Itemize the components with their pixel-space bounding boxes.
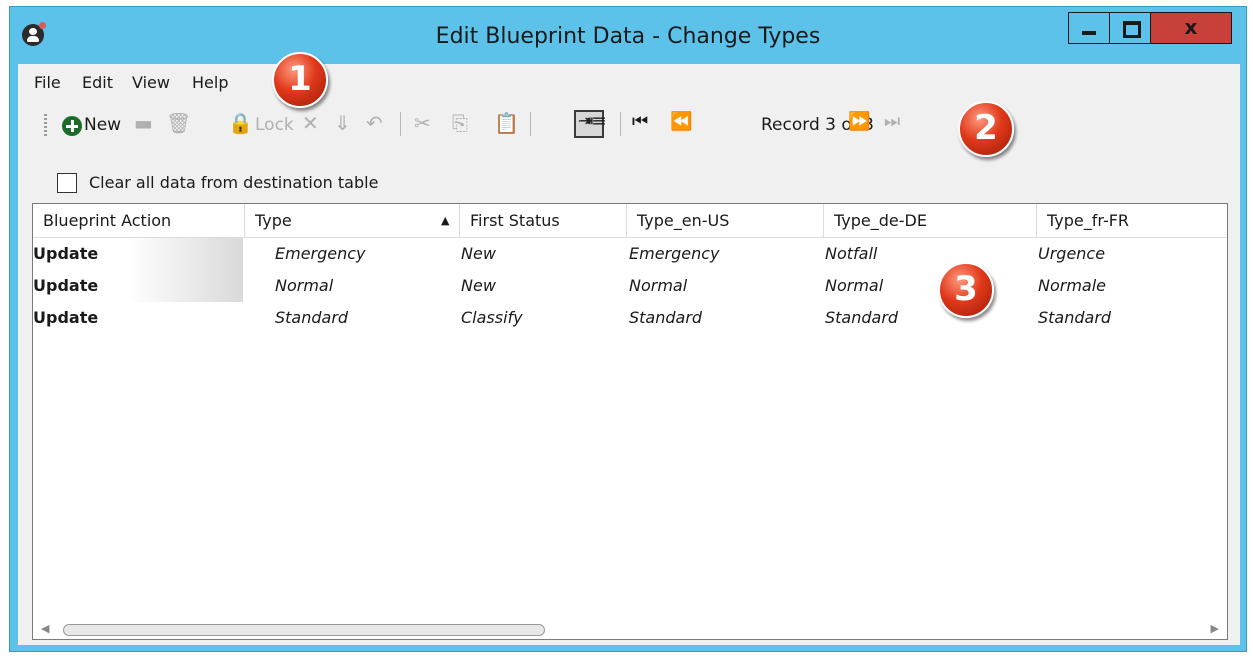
row-action: Update — [33, 302, 243, 334]
copy-icon[interactable]: ⎘ — [452, 111, 468, 135]
title-bar[interactable]: Edit Blueprint Data - Change Types x — [10, 7, 1246, 65]
menu-view[interactable]: View — [132, 73, 170, 92]
grid-header: Blueprint Action Type ▲ First Status Typ… — [33, 204, 1227, 238]
close-icon: x — [1184, 15, 1198, 39]
cell-type-de-de[interactable]: Notfall — [825, 238, 877, 270]
column-header-blueprint-action[interactable]: Blueprint Action — [33, 204, 245, 237]
callout-badge-3: 3 — [938, 262, 994, 318]
cancel-icon[interactable]: ✕ — [302, 111, 319, 135]
menu-help[interactable]: Help — [192, 73, 228, 92]
clear-data-checkbox[interactable] — [57, 173, 77, 193]
paste-icon[interactable]: 📋 — [494, 111, 519, 135]
toolbar-grip[interactable] — [44, 114, 47, 136]
cell-type-fr-fr[interactable]: Normale — [1038, 270, 1106, 302]
cell-first-status[interactable]: New — [461, 238, 496, 270]
app-window: Edit Blueprint Data - Change Types x Fil… — [9, 6, 1247, 652]
column-header-type-de-de[interactable]: Type_de-DE — [824, 204, 1037, 237]
data-grid: Blueprint Action Type ▲ First Status Typ… — [32, 203, 1228, 640]
horizontal-scrollbar[interactable]: ◀ ▶ — [33, 619, 1227, 639]
column-header-type-en-us[interactable]: Type_en-US — [627, 204, 824, 237]
row-action: Update — [33, 238, 243, 270]
cell-type[interactable]: Standard — [275, 302, 348, 334]
cell-type-fr-fr[interactable]: Urgence — [1038, 238, 1105, 270]
lock-icon[interactable]: 🔒 — [228, 111, 253, 135]
delete-icon[interactable]: 🗑 — [166, 111, 191, 135]
next-record-icon[interactable]: ⏩ — [848, 111, 870, 132]
scroll-right-icon[interactable]: ▶ — [1211, 622, 1219, 635]
sort-ascending-icon: ▲ — [441, 214, 450, 227]
column-header-type[interactable]: Type ▲ — [245, 204, 460, 237]
cell-type-en-us[interactable]: Normal — [629, 270, 687, 302]
column-header-type-fr-fr[interactable]: Type_fr-FR — [1037, 204, 1227, 237]
cell-type-de-de[interactable]: Standard — [825, 302, 898, 334]
cut-icon[interactable]: ✂ — [414, 111, 431, 135]
add-icon[interactable] — [62, 116, 82, 136]
menu-file[interactable]: File — [34, 73, 61, 92]
scrollbar-thumb[interactable] — [63, 624, 545, 636]
maximize-icon — [1123, 21, 1141, 38]
new-button[interactable]: New — [84, 115, 121, 135]
window-title: Edit Blueprint Data - Change Types — [435, 24, 821, 49]
close-button[interactable]: x — [1150, 12, 1232, 44]
minimize-icon — [1082, 31, 1096, 35]
column-header-type-label: Type — [255, 211, 292, 230]
clear-option-row: Clear all data from destination table — [18, 164, 1240, 200]
last-record-icon[interactable]: ⏭ — [884, 111, 900, 132]
cell-type[interactable]: Normal — [275, 270, 333, 302]
outdent-icon[interactable]: ⇥≡ — [580, 111, 607, 130]
maximize-button[interactable] — [1109, 12, 1151, 44]
cell-type-fr-fr[interactable]: Standard — [1038, 302, 1111, 334]
cell-type-en-us[interactable]: Emergency — [629, 238, 720, 270]
undo-icon[interactable]: ↶ — [366, 111, 383, 135]
import-icon[interactable]: ⇓ — [334, 111, 351, 135]
menu-bar: File Edit View Help — [18, 64, 1240, 94]
window-content: File Edit View Help New ▬ 🗑 🔒 Lock ✕ ⇓ ↶… — [18, 64, 1240, 645]
menu-edit[interactable]: Edit — [82, 73, 113, 92]
cell-type-en-us[interactable]: Standard — [629, 302, 702, 334]
table-row[interactable]: Update Emergency New Emergency Notfall U… — [33, 238, 1227, 270]
scroll-left-icon[interactable]: ◀ — [41, 622, 49, 635]
callout-badge-2: 2 — [958, 101, 1014, 157]
previous-record-icon[interactable]: ⏪ — [670, 111, 692, 132]
clear-data-label[interactable]: Clear all data from destination table — [89, 173, 378, 192]
toolbar: New ▬ 🗑 🔒 Lock ✕ ⇓ ↶ ✂ ⎘ 📋 ⇥≡ ⇥≡ ⏮ ⏪ Rec… — [18, 106, 1240, 142]
cell-first-status[interactable]: Classify — [461, 302, 523, 334]
save-icon[interactable]: ▬ — [134, 111, 153, 135]
table-row[interactable]: Update Normal New Normal Normal Normale — [33, 270, 1227, 302]
lock-button[interactable]: Lock — [255, 115, 294, 135]
table-row[interactable]: Update Standard Classify Standard Standa… — [33, 302, 1227, 334]
callout-badge-1: 1 — [272, 52, 328, 108]
column-header-first-status[interactable]: First Status — [460, 204, 627, 237]
cell-type[interactable]: Emergency — [275, 238, 366, 270]
cell-type-de-de[interactable]: Normal — [825, 270, 883, 302]
minimize-button[interactable] — [1068, 12, 1110, 44]
row-action: Update — [33, 270, 243, 302]
first-record-icon[interactable]: ⏮ — [632, 111, 648, 132]
cell-first-status[interactable]: New — [461, 270, 496, 302]
